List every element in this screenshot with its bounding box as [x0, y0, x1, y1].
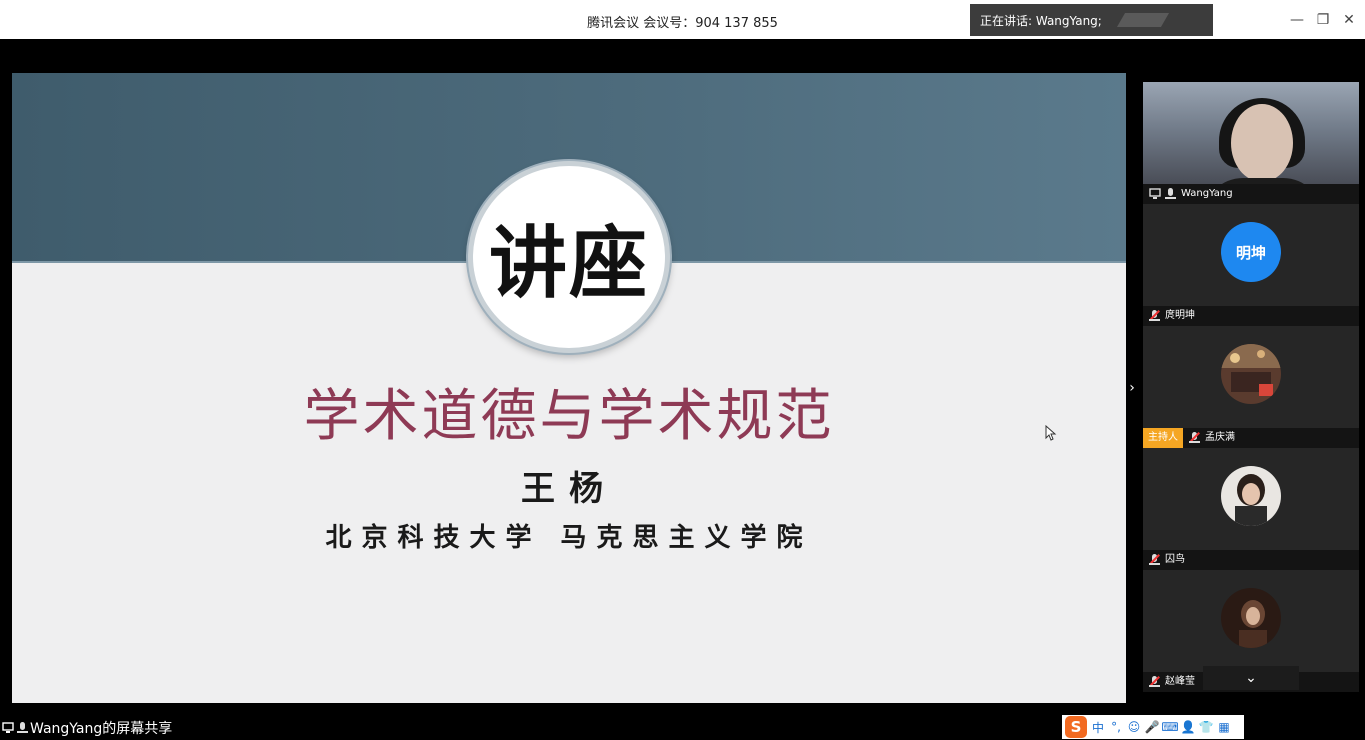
- participant-name: 孟庆满: [1205, 432, 1235, 443]
- participant-tile[interactable]: WangYang: [1143, 82, 1359, 204]
- restore-button[interactable]: ❐: [1310, 10, 1336, 30]
- slide-institution: 北京科技大学 马克思主义学院: [325, 523, 813, 553]
- microphone-muted-icon: [1189, 432, 1200, 444]
- speaking-indicator: 正在讲话: WangYang;: [970, 4, 1213, 36]
- microphone-icon: [1165, 188, 1176, 200]
- host-badge: 主持人: [1143, 428, 1183, 448]
- blurred-region: [1116, 13, 1170, 27]
- participants-panel: WangYang 明坤 庹明坤 主持人 孟庆满 囚鸟 赵峰莹: [1143, 82, 1359, 692]
- slide-title: 学术道德与学术规范: [303, 384, 835, 449]
- ime-voice-icon[interactable]: 🎤: [1145, 720, 1160, 734]
- minimize-button[interactable]: —: [1284, 10, 1310, 30]
- show-more-participants-icon[interactable]: ⌄: [1203, 666, 1299, 690]
- screen-share-icon: [2, 722, 14, 733]
- participant-name: 赵峰莹: [1165, 676, 1195, 687]
- slide-author: 王杨: [521, 469, 617, 509]
- lecture-badge: 讲座: [468, 161, 670, 353]
- screen-share-label: WangYang的屏幕共享: [2, 718, 172, 738]
- participant-name: 囚鸟: [1165, 554, 1185, 565]
- participant-namebar: 主持人 孟庆满: [1143, 428, 1359, 448]
- window-titlebar: 腾讯会议 会议号：904 137 855 正在讲话: WangYang; — ❐…: [0, 0, 1365, 39]
- ime-punctuation-icon[interactable]: °,: [1109, 720, 1123, 734]
- microphone-icon: [17, 722, 28, 734]
- participant-namebar: WangYang: [1143, 184, 1359, 204]
- microphone-muted-icon: [1149, 310, 1160, 322]
- speaking-label: 正在讲话: WangYang;: [980, 14, 1102, 28]
- participant-avatar: [1221, 466, 1281, 526]
- ime-emoji-icon[interactable]: ☺: [1127, 720, 1141, 734]
- participant-avatar: [1221, 588, 1281, 648]
- ime-chinese-mode-icon[interactable]: 中: [1091, 720, 1105, 735]
- close-button[interactable]: ✕: [1336, 10, 1362, 30]
- collapse-panel-icon[interactable]: ›: [1126, 370, 1138, 406]
- microphone-muted-icon: [1149, 676, 1160, 688]
- participant-tile[interactable]: 囚鸟: [1143, 448, 1359, 570]
- participant-avatar: 明坤: [1221, 222, 1281, 282]
- microphone-muted-icon: [1149, 554, 1160, 566]
- mouse-cursor-icon: [1045, 425, 1057, 441]
- ime-user-icon[interactable]: 👤: [1181, 720, 1196, 734]
- participant-tile[interactable]: 主持人 孟庆满: [1143, 326, 1359, 448]
- participant-name: 庹明坤: [1165, 310, 1195, 321]
- participant-tile[interactable]: 明坤 庹明坤: [1143, 204, 1359, 326]
- participant-namebar: 庹明坤: [1143, 306, 1359, 326]
- ime-skin-icon[interactable]: 👕: [1199, 720, 1214, 734]
- ime-toolbar: S 中 °, ☺ 🎤 ⌨ 👤 👕 ▦: [1062, 715, 1244, 739]
- ime-toolbox-icon[interactable]: ▦: [1217, 720, 1231, 734]
- shared-screen-slide: 讲座 学术道德与学术规范 王杨 北京科技大学 马克思主义学院: [12, 73, 1126, 703]
- lecture-badge-text: 讲座: [488, 219, 649, 309]
- participant-namebar: 囚鸟: [1143, 550, 1359, 570]
- participant-avatar: [1221, 344, 1281, 404]
- ime-keyboard-icon[interactable]: ⌨: [1161, 720, 1178, 734]
- screen-share-icon: [1149, 188, 1161, 199]
- screen-share-text: WangYang的屏幕共享: [30, 721, 173, 737]
- participant-name: WangYang: [1181, 188, 1233, 199]
- sogou-logo-icon[interactable]: S: [1065, 716, 1087, 738]
